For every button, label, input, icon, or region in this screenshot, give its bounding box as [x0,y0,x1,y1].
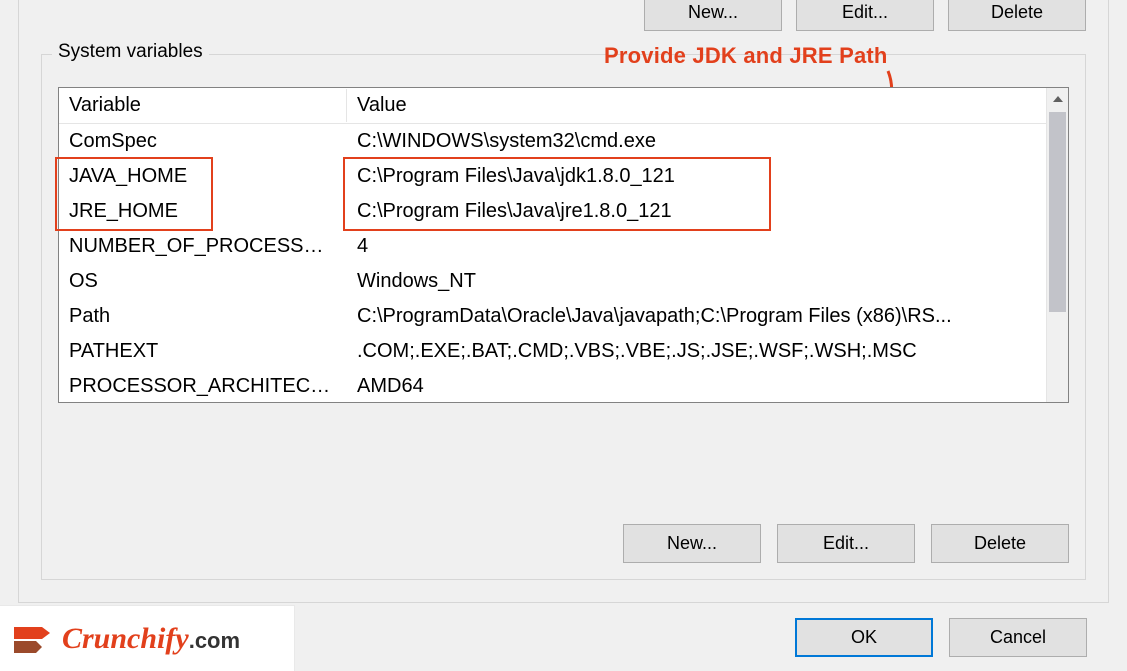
scrollbar[interactable] [1046,88,1068,402]
cell-variable: ComSpec [59,127,347,156]
cell-value: .COM;.EXE;.BAT;.CMD;.VBS;.VBE;.JS;.JSE;.… [347,337,1046,366]
new-button[interactable]: New... [623,524,761,563]
cell-value: Windows_NT [347,267,1046,296]
cell-value: C:\ProgramData\Oracle\Java\javapath;C:\P… [347,302,1046,331]
section-label: System variables [52,41,209,63]
system-variables-group: System variables Provide JDK and JRE Pat… [41,54,1086,580]
cell-value: 4 [347,232,1046,261]
user-new-button[interactable]: New... [644,0,782,31]
cell-value: C:\WINDOWS\system32\cmd.exe [347,127,1046,156]
delete-button[interactable]: Delete [931,524,1069,563]
system-vars-buttons: New... Edit... Delete [623,524,1069,563]
annotation-text: Provide JDK and JRE Path [604,43,888,69]
cell-value: AMD64 [347,372,1046,401]
user-vars-buttons: New... Edit... Delete [644,0,1086,31]
logo-text: Crunchify.com [62,622,240,656]
crunchify-logo: Crunchify.com [0,605,295,671]
cell-variable: OS [59,267,347,296]
user-edit-button[interactable]: Edit... [796,0,934,31]
system-variables-table[interactable]: Variable Value ComSpec C:\WINDOWS\system… [58,87,1069,403]
logo-icon [12,621,56,657]
table-row[interactable]: ComSpec C:\WINDOWS\system32\cmd.exe [59,124,1046,159]
table-row[interactable]: Path C:\ProgramData\Oracle\Java\javapath… [59,299,1046,334]
cell-variable: Path [59,302,347,331]
table-row[interactable]: OS Windows_NT [59,264,1046,299]
edit-button[interactable]: Edit... [777,524,915,563]
table-row[interactable]: PATHEXT .COM;.EXE;.BAT;.CMD;.VBS;.VBE;.J… [59,334,1046,369]
cell-variable: PATHEXT [59,337,347,366]
col-header-value[interactable]: Value [347,89,1046,122]
ok-button[interactable]: OK [795,618,933,657]
cell-value: C:\Program Files\Java\jre1.8.0_121 [347,197,1046,226]
table-row[interactable]: PROCESSOR_ARCHITECTURE AMD64 [59,369,1046,402]
scroll-up-icon[interactable] [1047,88,1068,110]
scroll-thumb[interactable] [1049,112,1066,312]
cell-variable: NUMBER_OF_PROCESSORS [59,232,347,261]
user-delete-button[interactable]: Delete [948,0,1086,31]
table-row[interactable]: NUMBER_OF_PROCESSORS 4 [59,229,1046,264]
dialog-buttons: OK Cancel [795,618,1087,657]
cell-variable: JAVA_HOME [59,162,347,191]
cancel-button[interactable]: Cancel [949,618,1087,657]
col-header-variable[interactable]: Variable [59,89,347,122]
table-row[interactable]: JAVA_HOME C:\Program Files\Java\jdk1.8.0… [59,159,1046,194]
env-vars-panel: New... Edit... Delete System variables P… [18,0,1109,603]
cell-variable: PROCESSOR_ARCHITECTURE [59,372,347,401]
table-row[interactable]: JRE_HOME C:\Program Files\Java\jre1.8.0_… [59,194,1046,229]
cell-value: C:\Program Files\Java\jdk1.8.0_121 [347,162,1046,191]
cell-variable: JRE_HOME [59,197,347,226]
